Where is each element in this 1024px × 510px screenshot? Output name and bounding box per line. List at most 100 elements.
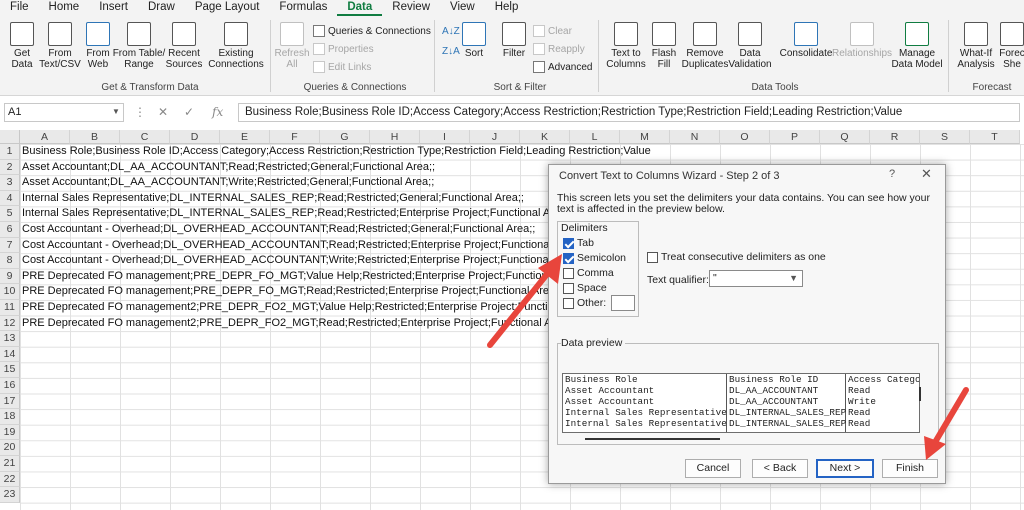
other-checkbox[interactable]: Other: [563,297,606,309]
flash-fill-button[interactable]: Flash Fill [650,16,678,70]
row-header[interactable]: 17 [0,393,20,410]
sort-za-button[interactable]: Z↓A [442,46,460,57]
sort-button[interactable]: Sort [460,16,488,59]
from-text-csv-button[interactable]: From Text/CSV [39,16,81,70]
row-header[interactable]: 16 [0,378,20,394]
refresh-all-button[interactable]: Refresh All [274,16,310,70]
other-delimiter-input[interactable] [611,295,635,311]
preview-column-3[interactable]: Access Catego Read Write Read Read [846,374,919,432]
row-header[interactable]: 11 [0,300,20,316]
relationships-button[interactable]: Relationships [832,16,892,59]
comma-checkbox[interactable]: Comma [563,267,614,279]
row-header[interactable]: 10 [0,284,20,300]
column-header-t[interactable]: T [970,130,1020,144]
column-header-l[interactable]: L [570,130,620,144]
semicolon-checkbox[interactable]: Semicolon [563,252,626,264]
column-header-m[interactable]: M [620,130,670,144]
select-all-corner[interactable] [0,130,20,144]
preview-column-2[interactable]: Business Role ID DL_AA_ACCOUNTANT DL_AA_… [727,374,846,432]
sort-az-button[interactable]: A↓Z [442,26,460,37]
cancel-button[interactable]: Cancel [685,459,741,478]
text-qualifier-select[interactable]: " ▼ [709,270,803,287]
existing-connections-button[interactable]: Existing Connections [208,16,264,70]
row-header[interactable]: 18 [0,409,20,425]
cell-a3[interactable]: Asset Accountant;DL_AA_ACCOUNTANT;Write;… [22,175,434,191]
row-header[interactable]: 8 [0,253,20,269]
row-header[interactable]: 3 [0,175,20,191]
consolidate-button[interactable]: Consolidate [778,16,834,59]
column-header-b[interactable]: B [70,130,120,144]
from-table-range-button[interactable]: From Table/ Range [113,16,165,70]
column-header-j[interactable]: J [470,130,520,144]
row-header[interactable]: 2 [0,159,20,176]
row-header[interactable]: 7 [0,237,20,254]
cell-a8[interactable]: Cost Accountant - Overhead;DL_OVERHEAD_A… [22,253,583,269]
cell-a6[interactable]: Cost Accountant - Overhead;DL_OVERHEAD_A… [22,222,535,238]
preview-horizontal-scrollbar[interactable] [585,438,720,440]
name-box[interactable]: A1 [4,103,124,122]
tab-draw[interactable]: Draw [138,0,185,16]
tab-page-layout[interactable]: Page Layout [185,0,270,16]
column-header-k[interactable]: K [520,130,570,144]
column-header-g[interactable]: G [320,130,370,144]
row-header[interactable]: 1 [0,144,20,160]
advanced-button[interactable]: Advanced [533,61,592,73]
cell-a2[interactable]: Asset Accountant;DL_AA_ACCOUNTANT;Read;R… [22,160,435,176]
clear-button[interactable]: Clear [533,25,572,37]
column-header-n[interactable]: N [670,130,720,144]
row-header[interactable]: 22 [0,471,20,488]
next-button[interactable]: Next > [816,459,874,478]
tab-review[interactable]: Review [382,0,440,16]
column-header-c[interactable]: C [120,130,170,144]
row-header[interactable]: 6 [0,222,20,238]
cell-a10[interactable]: PRE Deprecated FO management;PRE_DEPR_FO… [22,284,561,300]
back-button[interactable]: < Back [752,459,808,478]
cell-a1[interactable]: Business Role;Business Role ID;Access Ca… [22,144,651,160]
filter-button[interactable]: Filter [500,16,528,59]
tab-formulas[interactable]: Formulas [269,0,337,16]
cell-a4[interactable]: Internal Sales Representative;DL_INTERNA… [22,191,524,207]
remove-duplicates-button[interactable]: Remove Duplicates [682,16,728,70]
column-header-i[interactable]: I [420,130,470,144]
cancel-icon[interactable]: ✕ [158,105,168,119]
row-header[interactable]: 19 [0,424,20,441]
row-header[interactable]: 21 [0,456,20,472]
column-header-o[interactable]: O [720,130,770,144]
cell-a7[interactable]: Cost Accountant - Overhead;DL_OVERHEAD_A… [22,238,584,254]
tab-insert[interactable]: Insert [89,0,138,16]
edit-links-button[interactable]: Edit Links [313,61,371,73]
cell-a9[interactable]: PRE Deprecated FO management;PRE_DEPR_FO… [22,269,588,285]
manage-data-model-button[interactable]: Manage Data Model [891,16,943,70]
column-header-h[interactable]: H [370,130,420,144]
finish-button[interactable]: Finish [882,459,938,478]
queries-connections-button[interactable]: Queries & Connections [313,25,431,37]
get-data-button[interactable]: Get Data [6,16,38,70]
row-header[interactable]: 13 [0,331,20,347]
formula-input[interactable]: Business Role;Business Role ID;Access Ca… [238,103,1020,122]
row-header[interactable]: 4 [0,190,20,207]
column-header-p[interactable]: P [770,130,820,144]
preview-vertical-scrollbar[interactable] [919,387,921,401]
tab-home[interactable]: Home [39,0,90,16]
row-header[interactable]: 15 [0,362,20,378]
space-checkbox[interactable]: Space [563,282,607,294]
properties-button[interactable]: Properties [313,43,374,55]
column-header-f[interactable]: F [270,130,320,144]
column-header-a[interactable]: A [20,130,70,144]
tab-checkbox[interactable]: Tab [563,237,594,249]
preview-column-1[interactable]: Business Role Asset Accountant Asset Acc… [563,374,727,432]
cell-a5[interactable]: Internal Sales Representative;DL_INTERNA… [22,206,572,222]
column-header-d[interactable]: D [170,130,220,144]
column-header-r[interactable]: R [870,130,920,144]
what-if-analysis-button[interactable]: What-If Analysis [954,16,998,70]
row-header[interactable]: 5 [0,206,20,222]
tab-view[interactable]: View [440,0,485,16]
insert-function-icon[interactable]: fx [212,105,223,119]
cell-a12[interactable]: PRE Deprecated FO management2;PRE_DEPR_F… [22,316,573,332]
recent-sources-button[interactable]: Recent Sources [166,16,202,70]
cell-a11[interactable]: PRE Deprecated FO management2;PRE_DEPR_F… [22,300,600,316]
forecast-sheet-button[interactable]: Forec She [1000,16,1024,70]
row-header[interactable]: 20 [0,440,20,456]
row-header[interactable]: 12 [0,315,20,332]
column-header-e[interactable]: E [220,130,270,144]
